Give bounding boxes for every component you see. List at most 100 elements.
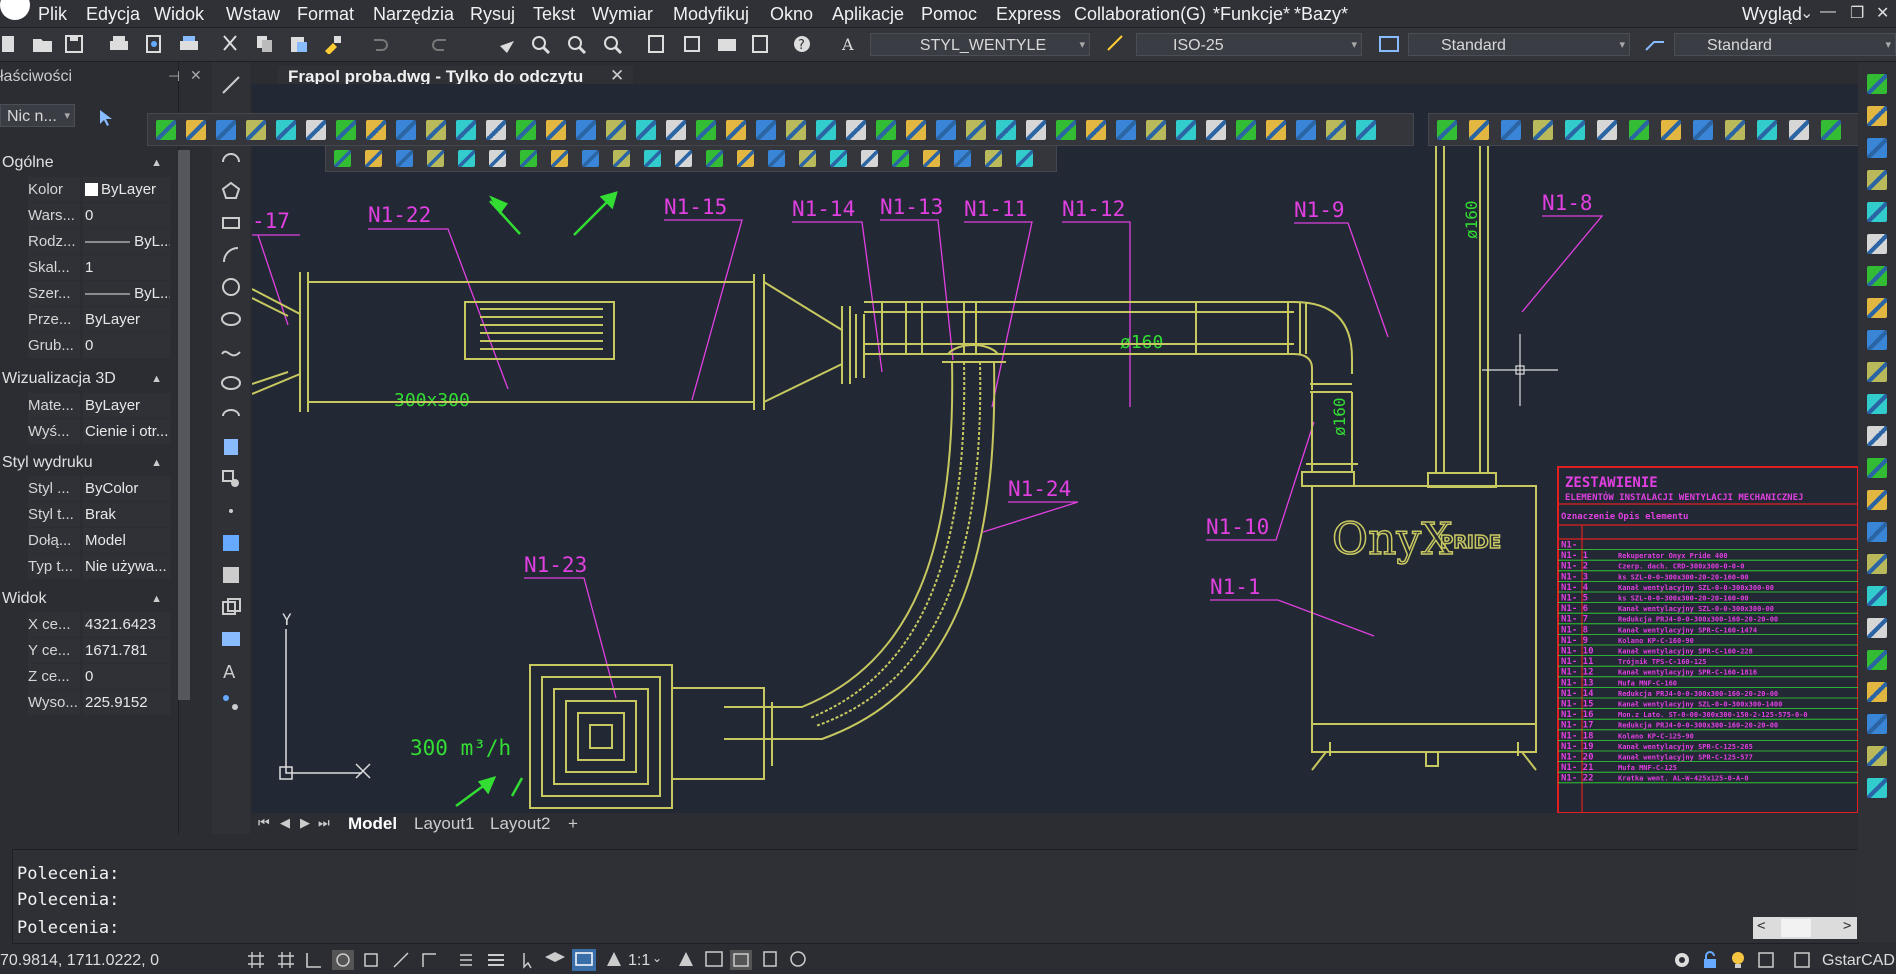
isolate-icon[interactable] bbox=[788, 950, 808, 968]
ortho-icon[interactable] bbox=[304, 951, 324, 969]
tool-button-icon[interactable] bbox=[636, 119, 656, 140]
tool-button-icon[interactable] bbox=[306, 119, 326, 140]
tool-button-icon[interactable] bbox=[276, 119, 296, 140]
add-selected-icon[interactable] bbox=[220, 692, 242, 714]
dynamic-ucs-icon[interactable] bbox=[420, 951, 440, 969]
tool-button-icon[interactable] bbox=[737, 150, 754, 167]
menu-modyfikuj[interactable]: Modyfikuj bbox=[673, 4, 749, 25]
tool-button-icon[interactable] bbox=[1867, 74, 1887, 94]
tool-button-icon[interactable] bbox=[726, 119, 746, 140]
section-3d-visualization[interactable]: Wizualizacja 3D ▲ bbox=[0, 366, 170, 392]
layers-icon[interactable] bbox=[544, 949, 566, 969]
minimize-icon[interactable]: — bbox=[1820, 3, 1836, 21]
tool-button-icon[interactable] bbox=[1789, 119, 1809, 140]
tool-button-icon[interactable] bbox=[1176, 119, 1196, 140]
tool-button-icon[interactable] bbox=[923, 150, 940, 167]
tool-button-icon[interactable] bbox=[458, 150, 475, 167]
tool-button-icon[interactable] bbox=[675, 150, 692, 167]
tool-button-icon[interactable] bbox=[1565, 119, 1585, 140]
tool-button-icon[interactable] bbox=[786, 119, 806, 140]
tool-button-icon[interactable] bbox=[666, 119, 686, 140]
tool-button-icon[interactable] bbox=[1867, 266, 1887, 286]
tool-button-icon[interactable] bbox=[1146, 119, 1166, 140]
lock-icon[interactable] bbox=[1700, 950, 1720, 970]
tool-button-icon[interactable] bbox=[516, 119, 536, 140]
scroll-thumb[interactable] bbox=[1781, 919, 1811, 937]
tool-button-icon[interactable] bbox=[1867, 138, 1887, 158]
prop-row[interactable]: Wars... 0 bbox=[0, 203, 170, 229]
tool-button-icon[interactable] bbox=[1867, 458, 1887, 478]
tool-button-icon[interactable] bbox=[365, 150, 382, 167]
quick-select-icon[interactable] bbox=[96, 108, 118, 128]
scroll-right-icon[interactable]: > bbox=[1843, 918, 1851, 934]
new-file-icon[interactable] bbox=[0, 34, 22, 54]
make-block-icon[interactable] bbox=[220, 468, 242, 490]
ellipse-icon[interactable] bbox=[220, 372, 242, 394]
cad-drawing[interactable]: -17 N1-22 N1-15 N1-14 N1-13 N1-11 N1-12 … bbox=[252, 84, 1858, 813]
text-style-select[interactable]: STYL_WENTYLE ▾ bbox=[870, 33, 1090, 56]
lineweight-icon[interactable] bbox=[486, 951, 506, 969]
help-icon[interactable]: ? bbox=[792, 34, 814, 54]
menu-rysuj[interactable]: Rysuj bbox=[470, 4, 515, 25]
tool-button-icon[interactable] bbox=[186, 119, 206, 140]
command-window[interactable]: Polecenia: Polecenia: Polecenia: < > bbox=[12, 849, 1859, 944]
tool-button-icon[interactable] bbox=[456, 119, 476, 140]
menu-okno[interactable]: Okno bbox=[770, 4, 813, 25]
osnap-icon[interactable] bbox=[362, 951, 382, 969]
table-style-select[interactable]: Standard ▾ bbox=[1408, 33, 1630, 56]
plot-icon[interactable] bbox=[178, 34, 200, 54]
tool-button-icon[interactable] bbox=[1206, 119, 1226, 140]
tool-button-icon[interactable] bbox=[1026, 119, 1046, 140]
tool-button-icon[interactable] bbox=[1326, 119, 1346, 140]
tool-button-icon[interactable] bbox=[846, 119, 866, 140]
tool-button-icon[interactable] bbox=[1867, 106, 1887, 126]
prop-row[interactable]: Grub... 0 bbox=[0, 333, 170, 359]
tool-button-icon[interactable] bbox=[1867, 554, 1887, 574]
tool-button-icon[interactable] bbox=[1501, 119, 1521, 140]
arc-icon[interactable] bbox=[220, 148, 242, 170]
tool-button-icon[interactable] bbox=[1296, 119, 1316, 140]
save-icon[interactable] bbox=[64, 34, 86, 54]
panel-scrollbar[interactable] bbox=[178, 150, 190, 700]
menu-format[interactable]: Format bbox=[297, 4, 354, 25]
menu-funkcje[interactable]: *Funkcje* bbox=[1213, 4, 1290, 25]
prop-row[interactable]: Skal... 1 bbox=[0, 255, 170, 281]
menu-tekst[interactable]: Tekst bbox=[533, 4, 575, 25]
menu-wyglad[interactable]: Wygląd bbox=[1742, 4, 1802, 25]
tool-button-icon[interactable] bbox=[830, 150, 847, 167]
cut-icon[interactable] bbox=[220, 34, 242, 54]
command-prompt[interactable]: Polecenia: bbox=[17, 918, 119, 938]
print-icon[interactable] bbox=[108, 34, 130, 54]
fullscreen-icon[interactable] bbox=[1792, 950, 1812, 970]
grid-icon[interactable] bbox=[246, 951, 266, 969]
point-icon[interactable] bbox=[220, 500, 242, 522]
tool-button-icon[interactable] bbox=[427, 150, 444, 167]
tool-button-icon[interactable] bbox=[906, 119, 926, 140]
tool-button-icon[interactable] bbox=[1867, 522, 1887, 542]
tool-button-icon[interactable] bbox=[966, 119, 986, 140]
prop-row[interactable]: Styl t... Brak bbox=[0, 502, 170, 528]
pan-icon[interactable] bbox=[496, 34, 518, 54]
prop-row[interactable]: Typ t... Nie używa... bbox=[0, 554, 170, 580]
tool-button-icon[interactable] bbox=[1016, 150, 1033, 167]
spline-icon[interactable] bbox=[220, 340, 242, 362]
text-style-icon[interactable]: A bbox=[840, 34, 862, 54]
print-preview-icon[interactable] bbox=[144, 34, 166, 54]
tool-button-icon[interactable] bbox=[696, 119, 716, 140]
table-style-icon[interactable] bbox=[1378, 34, 1400, 54]
tool-button-icon[interactable] bbox=[546, 119, 566, 140]
tool-button-icon[interactable] bbox=[1867, 490, 1887, 510]
tool-button-icon[interactable] bbox=[1533, 119, 1553, 140]
prop-row[interactable]: Z ce... 0 bbox=[0, 664, 170, 690]
tool-button-icon[interactable] bbox=[1236, 119, 1256, 140]
tool-button-icon[interactable] bbox=[936, 119, 956, 140]
tool-button-icon[interactable] bbox=[1867, 586, 1887, 606]
prop-row[interactable]: Wyso... 225.9152 bbox=[0, 690, 170, 716]
menu-plik[interactable]: Plik bbox=[38, 4, 67, 25]
tool-button-icon[interactable] bbox=[1821, 119, 1841, 140]
scale-dropdown-icon[interactable]: ⌄ bbox=[652, 951, 662, 965]
menu-pomoc[interactable]: Pomoc bbox=[921, 4, 977, 25]
tool-button-icon[interactable] bbox=[706, 150, 723, 167]
mtext-icon[interactable]: A bbox=[220, 660, 242, 682]
tool-button-icon[interactable] bbox=[246, 119, 266, 140]
